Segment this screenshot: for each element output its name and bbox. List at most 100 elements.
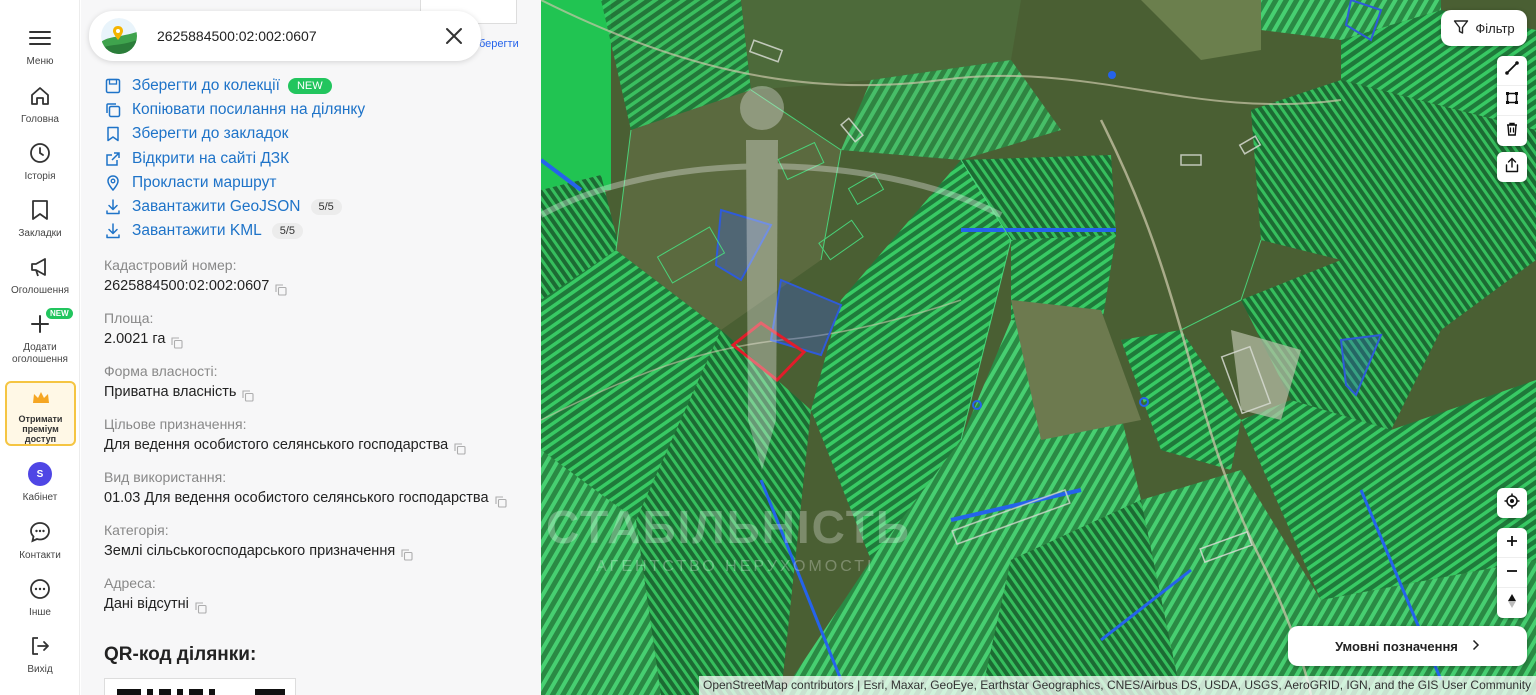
download-kml-button[interactable]: Завантажити KML 5/5 bbox=[104, 219, 365, 243]
copy-icon[interactable] bbox=[454, 439, 466, 455]
nav-bookmarks[interactable]: Закладки bbox=[0, 198, 80, 240]
draw-tools bbox=[1497, 56, 1527, 146]
logout-icon bbox=[28, 634, 52, 658]
nav-home-label: Головна bbox=[21, 114, 59, 125]
save-icon bbox=[104, 77, 122, 95]
copy-icon bbox=[104, 101, 122, 119]
nav-add-ad[interactable]: NEW Додати оголошення bbox=[0, 308, 80, 366]
nav-home[interactable]: Головна bbox=[0, 84, 80, 126]
crosshair-icon bbox=[1504, 493, 1520, 514]
route-label: Прокласти маршрут bbox=[132, 173, 277, 191]
nav-other[interactable]: Інше bbox=[0, 577, 80, 619]
copy-icon[interactable] bbox=[242, 386, 254, 402]
qr-title: QR-код ділянки: bbox=[104, 644, 257, 665]
polygon-icon bbox=[1505, 91, 1519, 110]
new-badge: NEW bbox=[46, 308, 73, 319]
field-label: Адреса: bbox=[104, 575, 156, 591]
nav-logout-label: Вихід bbox=[27, 664, 53, 675]
category-field: Категорія: Землі сільськогосподарського … bbox=[104, 521, 524, 563]
field-value: Приватна власність bbox=[104, 384, 237, 400]
zoom-in-button[interactable] bbox=[1497, 528, 1527, 558]
reset-north-button[interactable] bbox=[1497, 588, 1527, 618]
bookmark-icon bbox=[28, 198, 52, 222]
filter-button[interactable]: Фільтр bbox=[1441, 10, 1527, 46]
route-button[interactable]: Прокласти маршрут bbox=[104, 171, 365, 195]
field-label: Форма власності: bbox=[104, 363, 218, 379]
filter-label: Фільтр bbox=[1475, 20, 1515, 36]
nav-bookmarks-label: Закладки bbox=[18, 228, 62, 239]
copy-icon[interactable] bbox=[494, 492, 507, 508]
copy-icon[interactable] bbox=[275, 280, 287, 296]
clock-icon bbox=[28, 141, 52, 165]
crown-icon bbox=[32, 391, 50, 410]
watermark-text: СТАБІЛЬНІСТЬ bbox=[546, 501, 911, 553]
locate-button[interactable] bbox=[1497, 488, 1527, 518]
more-icon bbox=[28, 577, 52, 601]
open-dzk-label: Відкрити на сайті ДЗК bbox=[132, 149, 290, 167]
nav-contacts[interactable]: Контакти bbox=[0, 520, 80, 562]
zoom-out-button[interactable] bbox=[1497, 558, 1527, 588]
new-badge: NEW bbox=[287, 78, 332, 95]
delete-drawing-button[interactable] bbox=[1497, 116, 1527, 146]
close-icon[interactable] bbox=[439, 21, 469, 51]
share-button[interactable] bbox=[1497, 152, 1527, 182]
minus-icon bbox=[1506, 564, 1518, 582]
nav-other-label: Інше bbox=[29, 607, 51, 618]
chevron-right-icon bbox=[1472, 639, 1480, 654]
copy-icon[interactable] bbox=[195, 598, 207, 614]
nav-menu[interactable]: Меню bbox=[0, 26, 80, 68]
map-view[interactable]: СТАБІЛЬНІСТЬ АГЕНТСТВО НЕРУХОМОСТІ Фільт… bbox=[541, 0, 1536, 695]
parcel-fields: Кадастровий номер: 2625884500:02:002:060… bbox=[104, 256, 524, 627]
avatar: S bbox=[28, 462, 52, 486]
nav-ads-label: Оголошення bbox=[10, 285, 70, 296]
nav-ads[interactable]: Оголошення bbox=[0, 255, 80, 297]
field-value: 2.0021 га bbox=[104, 331, 166, 347]
area-field: Площа: 2.0021 га bbox=[104, 309, 524, 351]
external-link-icon bbox=[104, 150, 122, 168]
satellite-map[interactable] bbox=[541, 0, 1536, 695]
line-icon bbox=[1505, 61, 1519, 80]
open-dzk-button[interactable]: Відкрити на сайті ДЗК bbox=[104, 147, 365, 171]
download-icon bbox=[104, 198, 122, 216]
app-logo-icon bbox=[101, 18, 137, 54]
share-icon bbox=[1504, 157, 1520, 178]
copy-icon[interactable] bbox=[171, 333, 183, 349]
watermark-subtitle: АГЕНТСТВО НЕРУХОМОСТІ bbox=[596, 558, 875, 575]
compass-icon bbox=[1506, 593, 1518, 614]
draw-line-button[interactable] bbox=[1497, 56, 1527, 86]
field-label: Площа: bbox=[104, 310, 154, 326]
field-value: Дані відсутні bbox=[104, 596, 189, 612]
copy-icon[interactable] bbox=[401, 545, 413, 561]
map-attribution: OpenStreetMap contributors | Esri, Maxar… bbox=[699, 676, 1536, 695]
nav-rail: Меню Головна Історія Закладки Оголошення… bbox=[0, 0, 80, 695]
field-value: Землі сільськогосподарського призначення bbox=[104, 543, 396, 559]
save-bookmark-label: Зберегти до закладок bbox=[132, 125, 289, 143]
megaphone-icon bbox=[28, 255, 52, 279]
search-card[interactable]: 2625884500:02:002:0607 bbox=[89, 11, 481, 61]
parcel-actions: Зберегти до колекції NEW Копіювати посил… bbox=[104, 74, 365, 243]
field-label: Цільове призначення: bbox=[104, 416, 247, 432]
download-geojson-button[interactable]: Завантажити GeoJSON 5/5 bbox=[104, 195, 365, 219]
hamburger-icon bbox=[28, 26, 52, 50]
download-count-badge: 5/5 bbox=[271, 223, 304, 240]
draw-polygon-button[interactable] bbox=[1497, 86, 1527, 116]
chat-icon bbox=[28, 520, 52, 544]
trash-icon bbox=[1506, 122, 1518, 141]
premium-button[interactable]: Отримати преміум доступ bbox=[5, 381, 76, 446]
nav-menu-label: Меню bbox=[26, 56, 54, 67]
download-icon bbox=[104, 222, 122, 240]
premium-label: Отримати преміум доступ bbox=[18, 414, 63, 444]
copy-link-button[interactable]: Копіювати посилання на ділянку bbox=[104, 98, 365, 122]
save-link[interactable]: берегти bbox=[479, 38, 519, 50]
field-label: Вид використання: bbox=[104, 469, 227, 485]
nav-history[interactable]: Історія bbox=[0, 141, 80, 183]
save-bookmark-button[interactable]: Зберегти до закладок bbox=[104, 122, 365, 146]
save-to-collection-label: Зберегти до колекції bbox=[132, 77, 280, 95]
save-to-collection-button[interactable]: Зберегти до колекції NEW bbox=[104, 74, 365, 98]
usage-field: Вид використання: 01.03 Для ведення особ… bbox=[104, 468, 524, 510]
nav-cabinet[interactable]: S Кабінет bbox=[0, 462, 80, 504]
search-input[interactable]: 2625884500:02:002:0607 bbox=[157, 28, 439, 44]
location-pin-icon bbox=[104, 174, 122, 192]
nav-logout[interactable]: Вихід bbox=[0, 634, 80, 676]
legend-button[interactable]: Умовні позначення bbox=[1288, 626, 1527, 666]
